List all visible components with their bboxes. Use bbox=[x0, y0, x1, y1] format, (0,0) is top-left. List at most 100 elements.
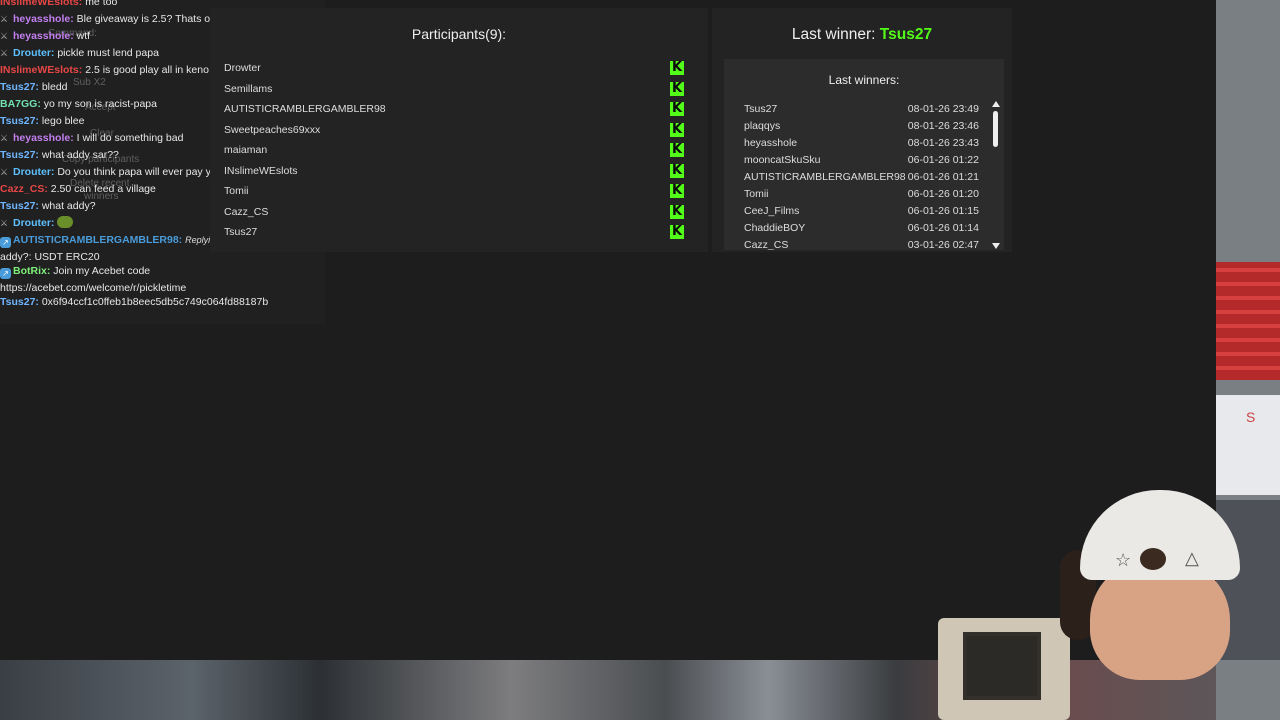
last-winners-header: Last winners: bbox=[828, 73, 900, 87]
participant-row[interactable]: Tsus27 bbox=[224, 222, 694, 243]
winner-row: Tsus27 08-01-26 23:49 bbox=[744, 103, 979, 120]
sword-badge-icon: ⚔ bbox=[0, 14, 9, 24]
participant-name: Cazz_CS bbox=[224, 205, 269, 218]
retro-monitor-prop bbox=[938, 618, 1070, 720]
participant-row[interactable]: maiaman bbox=[224, 140, 694, 161]
winner-row: ChaddieBOY 06-01-26 01:14 bbox=[744, 222, 979, 239]
winner-date: 08-01-26 23:46 bbox=[907, 120, 979, 132]
chat-username[interactable]: Tsus27: bbox=[0, 115, 42, 127]
chat-username[interactable]: Tsus27: bbox=[0, 200, 42, 212]
winner-name: AUTISTICRAMBLERGAMBLER98 bbox=[744, 171, 906, 183]
winners-scrollbar[interactable] bbox=[992, 101, 1000, 249]
chat-message: Tsus27: what addy? bbox=[0, 198, 96, 215]
winner-row: Tomii 06-01-26 01:20 bbox=[744, 188, 979, 205]
sword-badge-icon: ⚔ bbox=[0, 218, 9, 228]
chat-username[interactable]: Tsus27: bbox=[0, 81, 42, 93]
winner-date: 06-01-26 01:20 bbox=[907, 188, 979, 200]
participant-row[interactable]: INslimeWEslots bbox=[224, 161, 694, 182]
kick-logo-icon bbox=[670, 225, 684, 239]
participant-name: maiaman bbox=[224, 144, 268, 156]
chat-message: INslimeWEslots: 2.5 is good play all in … bbox=[0, 62, 238, 79]
kick-logo-icon bbox=[670, 184, 684, 198]
storefront-window: S bbox=[1216, 395, 1280, 495]
participant-row[interactable]: Sweetpeaches69xxx bbox=[224, 120, 694, 141]
chat-message: ⚔ Drouter: bbox=[0, 215, 74, 232]
chat-text: 2.50 can feed a village bbox=[50, 183, 156, 195]
chat-username[interactable]: heyasshole: bbox=[13, 132, 77, 144]
participant-row[interactable]: Semillams bbox=[224, 79, 694, 100]
chat-username[interactable]: INslimeWEslots: bbox=[0, 64, 85, 76]
winner-row: Cazz_CS 03-01-26 02:47 bbox=[744, 239, 979, 250]
chat-username[interactable]: Cazz_CS: bbox=[0, 183, 51, 195]
last-winner-heading: Last winner: Tsus27 bbox=[712, 26, 1012, 44]
kick-logo-icon bbox=[670, 163, 684, 178]
chat-message: Tsus27: bledd bbox=[0, 79, 68, 96]
chat-text: lego blee bbox=[41, 115, 85, 127]
chat-text: Join my Acebet code bbox=[53, 265, 151, 277]
chat-username[interactable]: Tsus27: bbox=[0, 296, 42, 308]
scroll-thumb[interactable] bbox=[993, 111, 998, 147]
chat-text: what addy? bbox=[41, 200, 96, 212]
chat-username[interactable]: Drouter: bbox=[13, 217, 57, 229]
chat-username[interactable]: Tsus27: bbox=[0, 149, 42, 161]
winners-panel: Last winner: Tsus27 Last winners: Tsus27… bbox=[712, 8, 1012, 252]
winner-date: 06-01-26 01:14 bbox=[907, 222, 979, 234]
kick-logo-icon bbox=[670, 143, 684, 157]
sword-badge-icon: ⚔ bbox=[0, 167, 9, 177]
sword-badge-icon: ⚔ bbox=[0, 31, 9, 41]
chat-username[interactable]: BA7GG: bbox=[0, 98, 44, 110]
participant-name: Tsus27 bbox=[224, 226, 258, 238]
participant-name: AUTISTICRAMBLERGAMBLER98 bbox=[224, 103, 386, 115]
scroll-up-icon[interactable] bbox=[992, 101, 1000, 107]
chat-username[interactable]: heyasshole: bbox=[13, 30, 77, 42]
participant-name: Tomii bbox=[224, 185, 249, 197]
winner-name: Cazz_CS bbox=[744, 239, 789, 250]
winner-date: 03-01-26 02:47 bbox=[907, 239, 979, 250]
kick-logo-icon bbox=[670, 81, 684, 96]
sword-badge-icon: ⚔ bbox=[0, 133, 9, 143]
chat-username[interactable]: Drouter: bbox=[13, 166, 57, 178]
chat-message: ⚔ heyasshole: I will do something bad bbox=[0, 130, 183, 147]
chat-message: ⚔ Drouter: pickle must lend papa bbox=[0, 45, 159, 62]
beanie-logo-icon bbox=[1140, 548, 1166, 570]
chat-text: what addy sar?? bbox=[41, 149, 119, 161]
chat-message: INslimeWEslots: me too bbox=[0, 0, 117, 11]
chat-username[interactable]: AUTISTICRAMBLERGAMBLER98: bbox=[13, 234, 185, 246]
winner-date: 08-01-26 23:43 bbox=[907, 137, 979, 149]
chat-username[interactable]: Drouter: bbox=[13, 47, 57, 59]
winner-name: ChaddieBOY bbox=[744, 222, 806, 234]
winner-name: Tsus27 bbox=[744, 103, 778, 115]
winner-date: 08-01-26 23:49 bbox=[907, 103, 979, 115]
kick-logo-icon bbox=[670, 204, 684, 219]
participant-name: INslimeWEslots bbox=[224, 164, 298, 177]
mod-badge-icon: ↗ bbox=[0, 237, 11, 248]
chat-text: me too bbox=[85, 0, 118, 8]
participant-row[interactable]: Drowter bbox=[224, 58, 694, 79]
participant-row[interactable]: Cazz_CS bbox=[224, 202, 694, 223]
last-winners-box[interactable]: Last winners: Tsus27 08-01-26 23:49 plaqqy… bbox=[724, 59, 1004, 250]
chat-message: Tsus27: 0x6f94ccf1c0ffeb1b8eec5db5c749c0… bbox=[0, 294, 268, 311]
streamer-webcam: ☆ △ bbox=[1060, 490, 1240, 680]
winner-row: CeeJ_Films 06-01-26 01:15 bbox=[744, 205, 979, 222]
emote-icon bbox=[57, 216, 74, 228]
winner-row: heyasshole 08-01-26 23:43 bbox=[744, 137, 979, 154]
participants-title: Participants(9): bbox=[411, 26, 507, 42]
scroll-down-icon[interactable] bbox=[992, 243, 1000, 249]
chat-text: https://acebet.com/welcome/r/pickletime bbox=[0, 282, 187, 294]
mod-badge-icon: ↗ bbox=[0, 268, 11, 279]
participant-name: Semillams bbox=[224, 82, 273, 95]
chat-username[interactable]: BotRix: bbox=[13, 265, 53, 277]
storefront-awning bbox=[1216, 262, 1280, 380]
participant-name: Sweetpeaches69xxx bbox=[224, 123, 321, 136]
chat-username[interactable]: INslimeWEslots: bbox=[0, 0, 85, 8]
chat-message: ⚔ heyasshole: wtf bbox=[0, 28, 90, 45]
chat-text: yo my son is racist-papa bbox=[43, 98, 157, 110]
last-winner-label: Last winner: bbox=[791, 26, 876, 43]
participant-row[interactable]: AUTISTICRAMBLERGAMBLER98 bbox=[224, 99, 694, 120]
winner-row: mooncatSkuSku 06-01-26 01:22 bbox=[744, 154, 979, 171]
chat-username[interactable]: heyasshole: bbox=[13, 13, 77, 25]
chat-message: BA7GG: yo my son is racist-papa bbox=[0, 96, 157, 113]
winner-date: 06-01-26 01:21 bbox=[907, 171, 979, 183]
chat-message: Tsus27: what addy sar?? bbox=[0, 147, 119, 164]
participant-row[interactable]: Tomii bbox=[224, 181, 694, 202]
